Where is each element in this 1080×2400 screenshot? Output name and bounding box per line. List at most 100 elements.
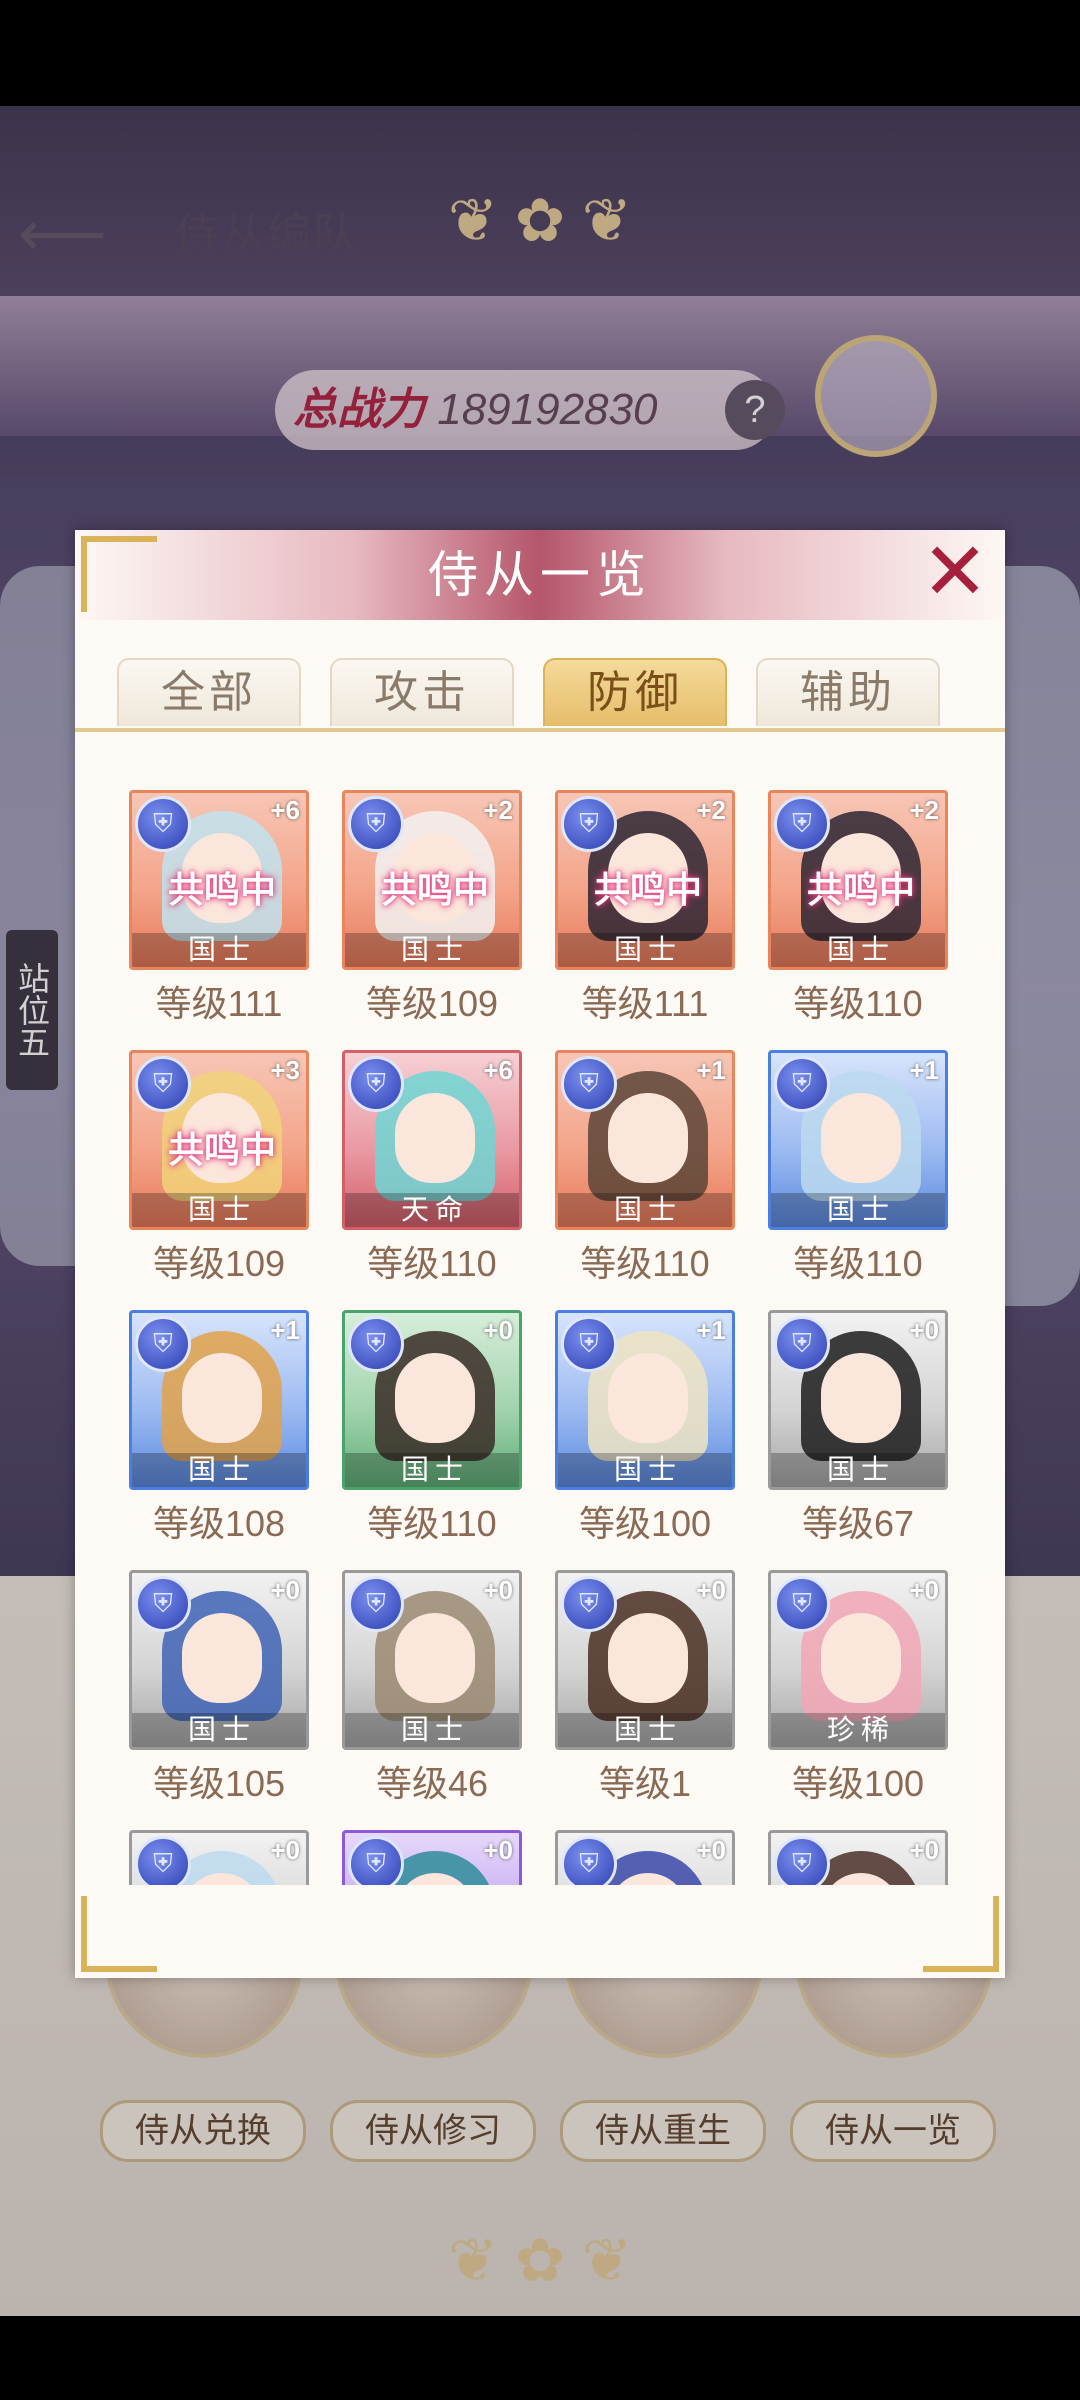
star-level: +1 — [696, 1315, 726, 1345]
defense-shield-icon: ⛨ — [774, 1316, 830, 1372]
level-label: 等级110 — [793, 983, 923, 1024]
star-level: +0 — [909, 1835, 939, 1865]
modal-title: 侍从一览 — [428, 547, 652, 603]
portrait-face — [182, 1353, 262, 1443]
attendant-card[interactable]: ⛨ +1 国士 — [768, 1050, 948, 1230]
level-label: 等级110 — [367, 1503, 497, 1544]
attendant-card[interactable]: ⛨ +1 国士 — [555, 1310, 735, 1490]
resonance-badge: 共鸣中 — [380, 869, 489, 910]
star-level: +2 — [483, 795, 513, 825]
defense-shield-icon: ⛨ — [774, 1836, 830, 1885]
attendant-card[interactable]: ⛨ +6 天命 — [342, 1050, 522, 1230]
attendant-card[interactable]: ⛨ +0 — [768, 1830, 948, 1885]
level-label: 等级67 — [801, 1503, 915, 1544]
star-level: +6 — [483, 1055, 513, 1085]
star-level: +1 — [696, 1055, 726, 1085]
portrait-face — [395, 1353, 475, 1443]
defense-shield-icon: ⛨ — [135, 1576, 191, 1632]
attendant-portrait: ⛨ +2 共鸣中 国士 — [768, 790, 948, 970]
attendant-card[interactable]: ⛨ +1 国士 — [555, 1050, 735, 1230]
rank-label: 国士 — [345, 1713, 519, 1747]
attendant-card[interactable]: ⛨ +0 — [129, 1830, 309, 1885]
filter-tabs: 全部 攻击 防御 辅助 — [75, 658, 1005, 728]
star-level: +2 — [909, 795, 939, 825]
attendant-card[interactable]: ⛨ +6 共鸣中 国士 — [129, 790, 309, 970]
attendant-card[interactable]: ⛨ +0 国士 — [342, 1310, 522, 1490]
portrait-face — [395, 1613, 475, 1703]
defense-shield-icon: ⛨ — [135, 1316, 191, 1372]
level-label: 等级111 — [581, 983, 709, 1024]
defense-shield-icon: ⛨ — [561, 1316, 617, 1372]
tab-defense[interactable]: 防御 — [543, 658, 727, 726]
rank-label: 国士 — [558, 933, 732, 967]
tab-attack[interactable]: 攻击 — [330, 658, 514, 726]
attendant-portrait: ⛨ +0 国士 — [342, 1310, 522, 1490]
close-icon[interactable]: ✕ — [919, 532, 991, 612]
level-label: 等级100 — [578, 1503, 712, 1544]
attendant-portrait: ⛨ +0 — [768, 1830, 948, 1885]
rank-label: 国士 — [771, 1193, 945, 1227]
portrait-face — [608, 1353, 688, 1443]
rank-label: 国士 — [132, 933, 306, 967]
rank-label: 国士 — [558, 1713, 732, 1747]
portrait-face — [821, 1353, 901, 1443]
attendant-portrait: ⛨ +6 共鸣中 国士 — [129, 790, 309, 970]
defense-shield-icon: ⛨ — [348, 796, 404, 852]
defense-shield-icon: ⛨ — [561, 1836, 617, 1885]
attendant-portrait: ⛨ +0 国士 — [555, 1570, 735, 1750]
resonance-badge: 共鸣中 — [593, 869, 702, 910]
star-level: +0 — [270, 1575, 300, 1605]
attendant-card[interactable]: ⛨ +2 共鸣中 国士 — [342, 790, 522, 970]
rank-label: 国士 — [771, 933, 945, 967]
attendant-portrait: ⛨ +0 国士 — [129, 1570, 309, 1750]
level-label: 等级108 — [152, 1503, 286, 1544]
corner-ornament-icon — [81, 1896, 157, 1972]
rank-label: 国士 — [132, 1713, 306, 1747]
star-level: +1 — [909, 1055, 939, 1085]
attendant-card[interactable]: ⛨ +0 国士 — [555, 1570, 735, 1750]
star-level: +0 — [909, 1315, 939, 1345]
defense-shield-icon: ⛨ — [135, 1836, 191, 1885]
defense-shield-icon: ⛨ — [561, 796, 617, 852]
rank-label: 珍稀 — [771, 1713, 945, 1747]
corner-ornament-icon — [81, 536, 157, 612]
attendant-card[interactable]: ⛨ +2 共鸣中 国士 — [555, 790, 735, 970]
attendant-card[interactable]: ⛨ +2 共鸣中 国士 — [768, 790, 948, 970]
level-label: 等级111 — [155, 983, 283, 1024]
portrait-face — [821, 1093, 901, 1183]
attendant-card[interactable]: ⛨ +0 国士 — [129, 1570, 309, 1750]
star-level: +0 — [696, 1835, 726, 1865]
attendant-grid[interactable]: ⛨ +6 共鸣中 国士 等级111 ⛨ +2 共鸣中 国士 等级109 ⛨ +2 共鸣中 国士 等级111 ⛨… — [75, 790, 1005, 1885]
tab-all[interactable]: 全部 — [117, 658, 301, 726]
level-label: 等级46 — [375, 1763, 489, 1804]
attendant-card[interactable]: ⛨ +3 共鸣中 国士 — [129, 1050, 309, 1230]
attendant-card[interactable]: ⛨ +1 国士 — [129, 1310, 309, 1490]
attendant-portrait: ⛨ +1 国士 — [768, 1050, 948, 1230]
attendant-portrait: ⛨ +3 共鸣中 国士 — [129, 1050, 309, 1230]
corner-ornament-icon — [923, 1896, 999, 1972]
level-label: 等级110 — [580, 1243, 710, 1284]
level-label: 等级109 — [365, 983, 499, 1024]
attendant-card[interactable]: ⛨ +0 国士 — [342, 1570, 522, 1750]
portrait-face — [821, 1613, 901, 1703]
status-bar — [0, 0, 1080, 106]
rank-label: 国士 — [771, 1453, 945, 1487]
rank-label: 天命 — [345, 1193, 519, 1227]
defense-shield-icon: ⛨ — [561, 1576, 617, 1632]
star-level: +0 — [909, 1575, 939, 1605]
tab-support[interactable]: 辅助 — [756, 658, 940, 726]
rank-label: 国士 — [345, 1453, 519, 1487]
attendant-portrait: ⛨ +0 — [129, 1830, 309, 1885]
attendant-card[interactable]: ⛨ +0 — [555, 1830, 735, 1885]
attendant-portrait: ⛨ +2 共鸣中 国士 — [555, 790, 735, 970]
defense-shield-icon: ⛨ — [774, 796, 830, 852]
attendant-portrait: ⛨ +1 国士 — [555, 1310, 735, 1490]
defense-shield-icon: ⛨ — [135, 796, 191, 852]
attendant-card[interactable]: ⛨ +0 国士 — [768, 1310, 948, 1490]
star-level: +0 — [483, 1835, 513, 1865]
attendant-portrait: ⛨ +0 — [342, 1830, 522, 1885]
attendant-card[interactable]: ⛨ +0 — [342, 1830, 522, 1885]
attendant-card[interactable]: ⛨ +0 珍稀 — [768, 1570, 948, 1750]
attendant-portrait: ⛨ +0 — [555, 1830, 735, 1885]
star-level: +0 — [270, 1835, 300, 1865]
